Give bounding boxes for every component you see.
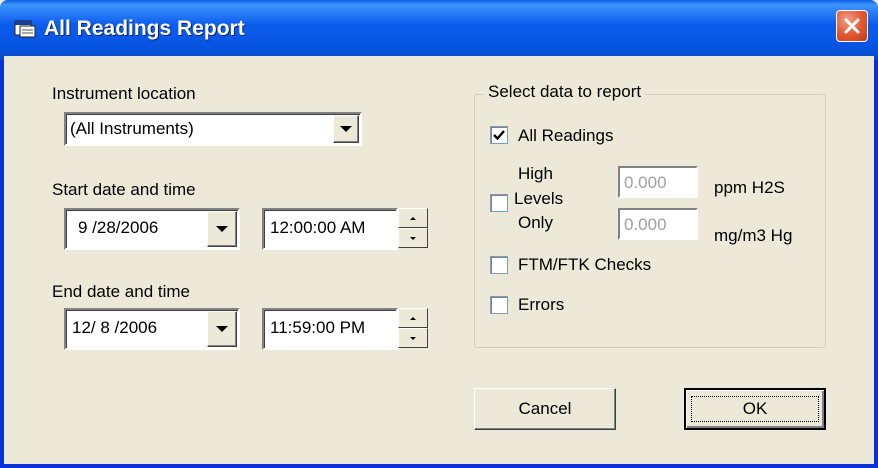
high-levels-label-line1[interactable]: High xyxy=(518,164,553,184)
high-levels-label-line3[interactable]: Only xyxy=(518,213,553,233)
title-bar[interactable]: All Readings Report xyxy=(0,0,878,60)
start-date-picker[interactable]: 9 /28/2006 xyxy=(64,208,240,250)
start-date-label: Start date and time xyxy=(52,180,196,199)
dialog-window: All Readings Report Instrument location … xyxy=(0,0,878,468)
instrument-location-value: (All Instruments) xyxy=(70,119,194,138)
start-time-value: 12:00:00 AM xyxy=(270,218,366,237)
window-title: All Readings Report xyxy=(44,17,245,40)
end-time-spinner[interactable] xyxy=(398,308,428,348)
ftm-checks-label[interactable]: FTM/FTK Checks xyxy=(518,255,651,275)
arrow-down-icon xyxy=(410,236,416,240)
chevron-down-icon xyxy=(216,326,228,332)
report-window-icon xyxy=(14,20,36,38)
all-readings-checkbox[interactable] xyxy=(490,126,508,144)
hg-threshold-value: 0.000 xyxy=(624,215,667,234)
focus-rectangle xyxy=(691,396,819,422)
end-time-down-button[interactable] xyxy=(398,328,428,348)
cancel-button[interactable]: Cancel xyxy=(474,388,616,430)
high-levels-checkbox[interactable] xyxy=(490,194,508,212)
end-date-label: End date and time xyxy=(52,282,190,301)
start-time-down-button[interactable] xyxy=(398,228,428,248)
end-time-field[interactable]: 11:59:00 PM xyxy=(262,308,398,350)
close-button[interactable] xyxy=(836,10,868,42)
ok-button[interactable]: OK xyxy=(684,388,826,430)
hg-threshold-input[interactable]: 0.000 xyxy=(618,208,698,240)
checkmark-icon xyxy=(493,130,505,141)
instrument-location-combo[interactable]: (All Instruments) xyxy=(64,112,362,146)
hg-unit-label: mg/m3 Hg xyxy=(714,226,793,245)
end-time-up-button[interactable] xyxy=(398,308,428,328)
cancel-button-label: Cancel xyxy=(518,399,572,418)
h2s-threshold-value: 0.000 xyxy=(624,173,667,192)
ftm-checks-checkbox[interactable] xyxy=(490,256,508,274)
start-time-field[interactable]: 12:00:00 AM xyxy=(262,208,398,250)
arrow-up-icon xyxy=(410,316,416,320)
close-icon xyxy=(844,18,860,34)
end-date-value: 12/ 8 /2006 xyxy=(72,318,158,337)
h2s-threshold-input[interactable]: 0.000 xyxy=(618,166,698,198)
dialog-client-area: Instrument location (All Instruments) St… xyxy=(4,56,874,464)
instrument-location-label: Instrument location xyxy=(52,84,196,103)
start-time-spinner[interactable] xyxy=(398,208,428,248)
start-time-up-button[interactable] xyxy=(398,208,428,228)
chevron-down-icon xyxy=(340,126,352,132)
arrow-down-icon xyxy=(410,336,416,340)
instrument-dropdown-button[interactable] xyxy=(333,115,359,143)
chevron-down-icon xyxy=(216,226,228,232)
errors-checkbox[interactable] xyxy=(490,296,508,314)
select-data-legend: Select data to report xyxy=(484,82,646,102)
end-date-dropdown-button[interactable] xyxy=(207,311,237,347)
high-levels-label-line2[interactable]: Levels xyxy=(514,189,563,209)
end-time-value: 11:59:00 PM xyxy=(270,318,366,337)
start-date-value: 9 /28/2006 xyxy=(78,218,159,237)
all-readings-label[interactable]: All Readings xyxy=(518,126,613,146)
h2s-unit-label: ppm H2S xyxy=(714,178,785,197)
arrow-up-icon xyxy=(410,216,416,220)
start-date-dropdown-button[interactable] xyxy=(207,211,237,247)
end-date-picker[interactable]: 12/ 8 /2006 xyxy=(64,308,240,350)
errors-label[interactable]: Errors xyxy=(518,295,564,315)
